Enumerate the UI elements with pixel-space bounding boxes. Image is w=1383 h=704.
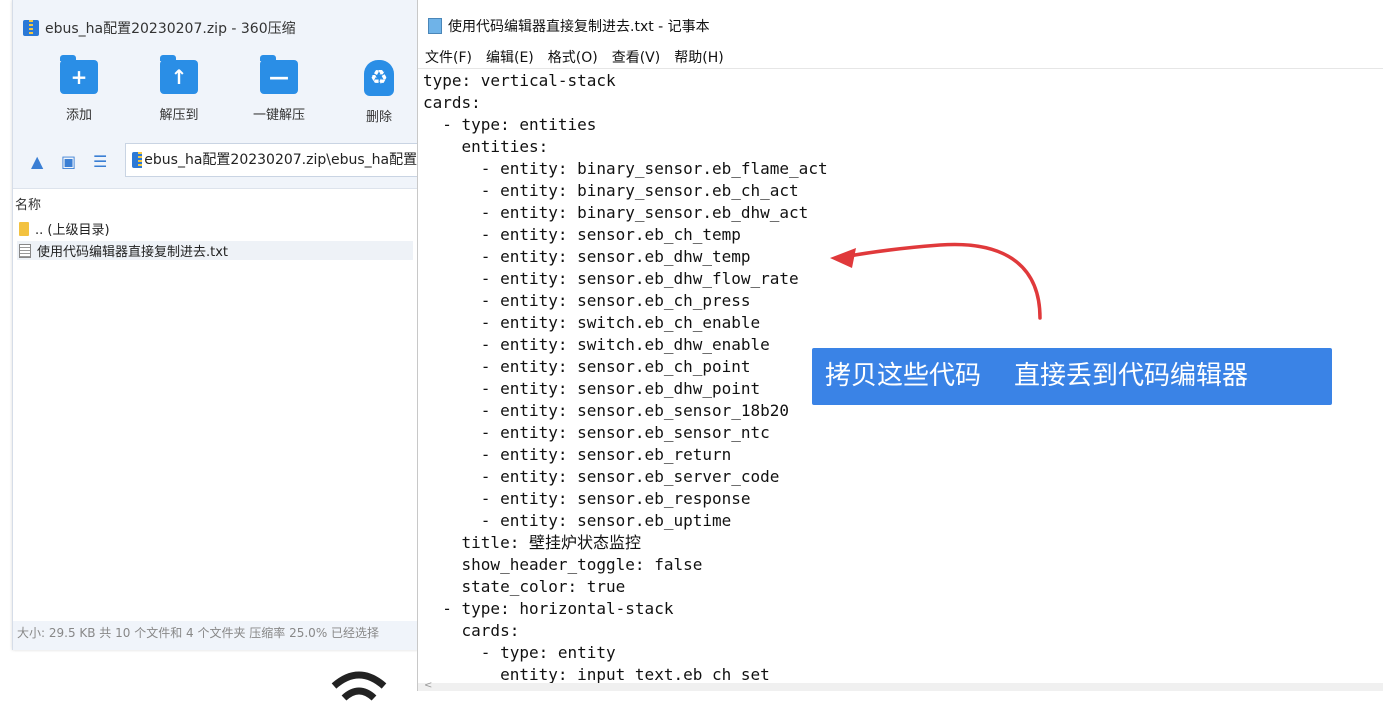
- annotation-callout: 拷贝这些代码 直接丢到代码编辑器: [812, 348, 1332, 405]
- wifi-icon: [331, 671, 387, 701]
- annotation-arrow: [830, 242, 1042, 320]
- arrow-curve: [836, 242, 1042, 320]
- arrow-head: [830, 248, 856, 268]
